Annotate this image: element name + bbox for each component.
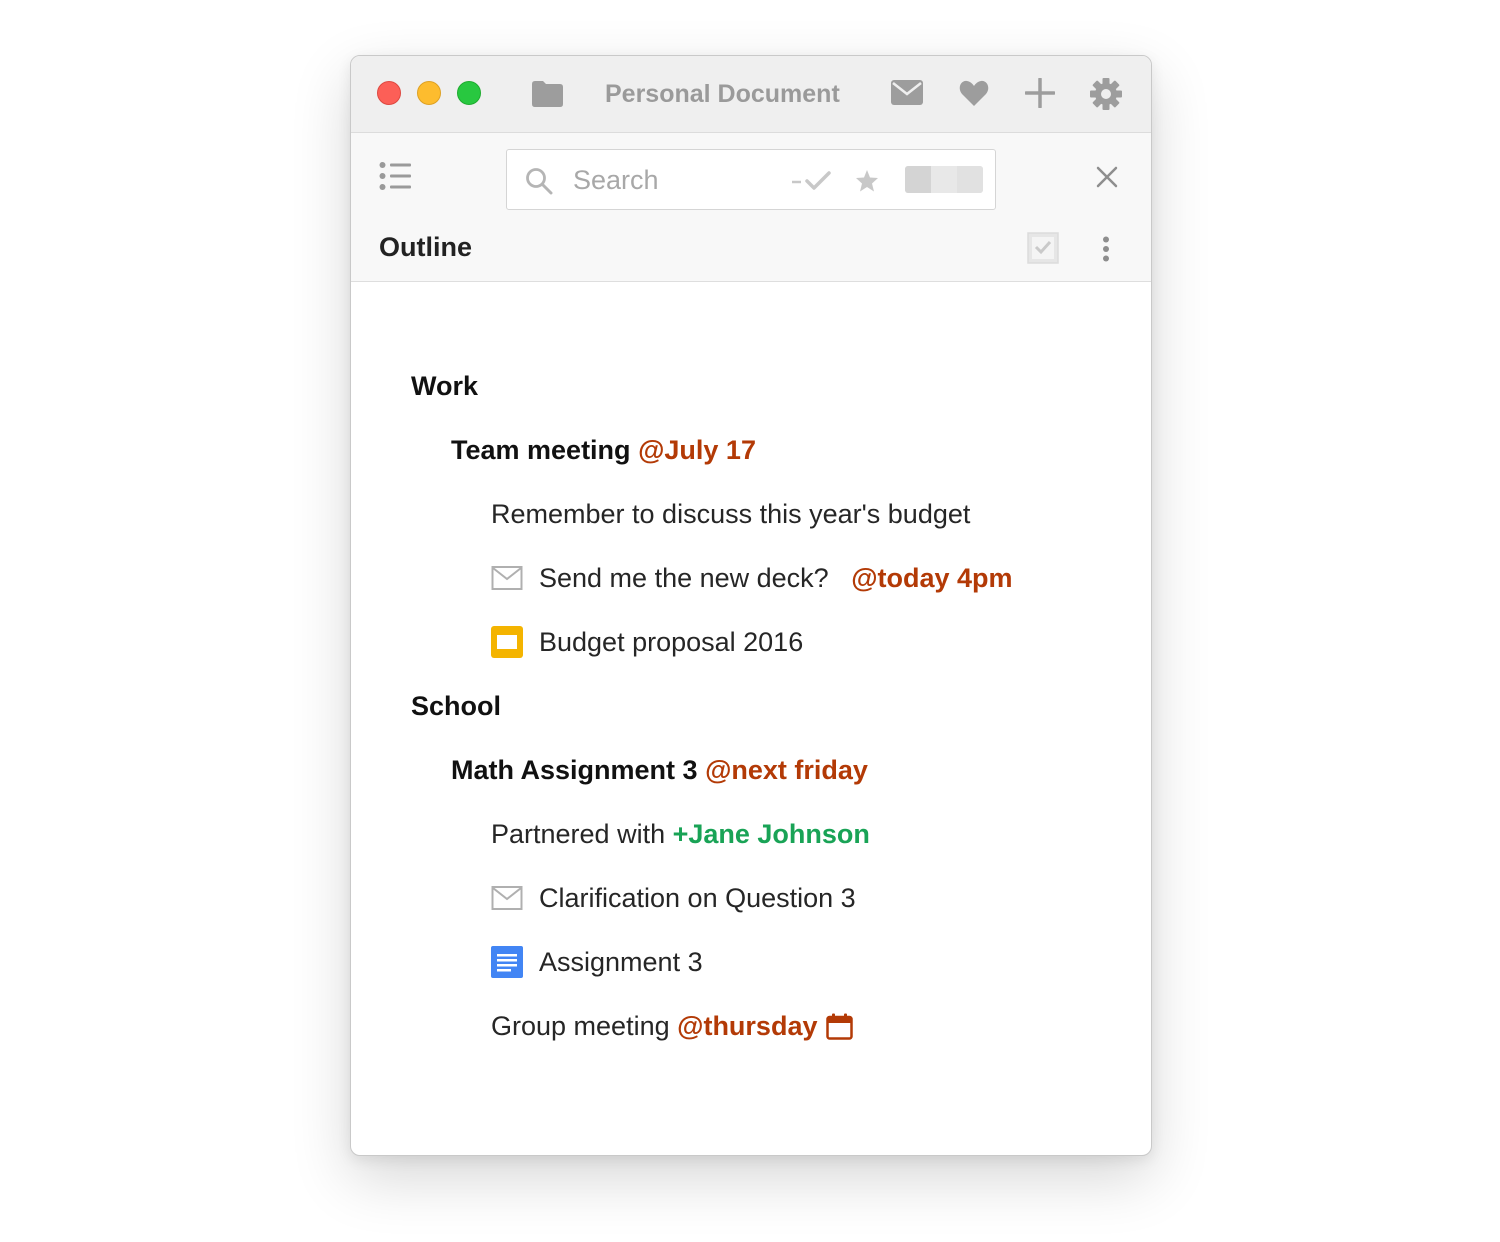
star-filter-icon[interactable] — [855, 169, 879, 193]
app-window: Personal Document Search Outline Work Te… — [350, 55, 1152, 1156]
item-partner[interactable]: Partnered with +Jane Johnson — [491, 814, 870, 854]
checkbox-icon[interactable] — [1027, 232, 1059, 264]
done-filter-icon[interactable] — [791, 169, 833, 193]
heart-icon[interactable] — [959, 80, 989, 107]
toggle-switch[interactable] — [905, 166, 983, 193]
heading-label: Work — [411, 370, 479, 401]
item-group-meeting[interactable]: Group meeting @thursday — [491, 1006, 854, 1046]
date-tag[interactable]: @July 17 — [638, 435, 756, 466]
item-label: Assignment 3 — [539, 946, 703, 977]
item-team-meeting[interactable]: Team meeting @July 17 — [451, 430, 756, 470]
item-label: Clarification on Question 3 — [539, 882, 856, 913]
search-icon — [526, 168, 553, 195]
item-email-deck[interactable]: Send me the new deck? @today 4pm — [491, 558, 1013, 598]
item-assignment-doc[interactable]: Assignment 3 — [491, 942, 703, 982]
item-label: Budget proposal 2016 — [539, 626, 804, 657]
folder-icon[interactable] — [531, 80, 564, 108]
search-box[interactable] — [506, 149, 996, 210]
item-label: Remember to discuss this year's budget — [491, 498, 971, 529]
minimize-window-button[interactable] — [417, 81, 441, 105]
item-email-clarification[interactable]: Clarification on Question 3 — [491, 878, 856, 918]
mail-icon[interactable] — [891, 80, 923, 105]
list-icon[interactable] — [379, 161, 411, 191]
email-item-icon — [491, 886, 523, 910]
close-icon[interactable] — [1096, 166, 1118, 188]
date-tag[interactable]: @thursday — [677, 1011, 817, 1042]
more-vertical-icon[interactable] — [1102, 236, 1110, 262]
toolbar: Outline — [351, 133, 1151, 282]
item-budget-proposal[interactable]: Budget proposal 2016 — [491, 622, 803, 662]
title-bar: Personal Document — [351, 56, 1151, 133]
section-title: Outline — [379, 232, 472, 262]
date-tag[interactable]: @next friday — [705, 755, 868, 786]
person-tag[interactable]: +Jane Johnson — [673, 819, 870, 850]
search-input[interactable] — [573, 162, 773, 198]
email-item-icon — [491, 566, 523, 590]
item-budget-note[interactable]: Remember to discuss this year's budget — [491, 494, 970, 534]
item-label: Send me the new deck? — [539, 562, 829, 593]
gear-icon[interactable] — [1089, 77, 1123, 111]
item-label: Group meeting — [491, 1010, 670, 1041]
item-math-assignment[interactable]: Math Assignment 3 @next friday — [451, 750, 868, 790]
item-label: Math Assignment 3 — [451, 754, 698, 785]
calendar-icon[interactable] — [826, 1013, 854, 1040]
item-label: Team meeting — [451, 434, 631, 465]
slides-icon — [491, 626, 523, 658]
close-window-button[interactable] — [377, 81, 401, 105]
heading-work[interactable]: Work — [411, 366, 478, 406]
item-label: Partnered with — [491, 818, 666, 849]
docs-icon — [491, 946, 523, 978]
zoom-window-button[interactable] — [457, 81, 481, 105]
document-title: Personal Document — [605, 80, 840, 108]
plus-icon[interactable] — [1025, 78, 1055, 108]
heading-label: School — [411, 690, 502, 721]
heading-school[interactable]: School — [411, 686, 501, 726]
date-tag[interactable]: @today 4pm — [851, 563, 1012, 594]
